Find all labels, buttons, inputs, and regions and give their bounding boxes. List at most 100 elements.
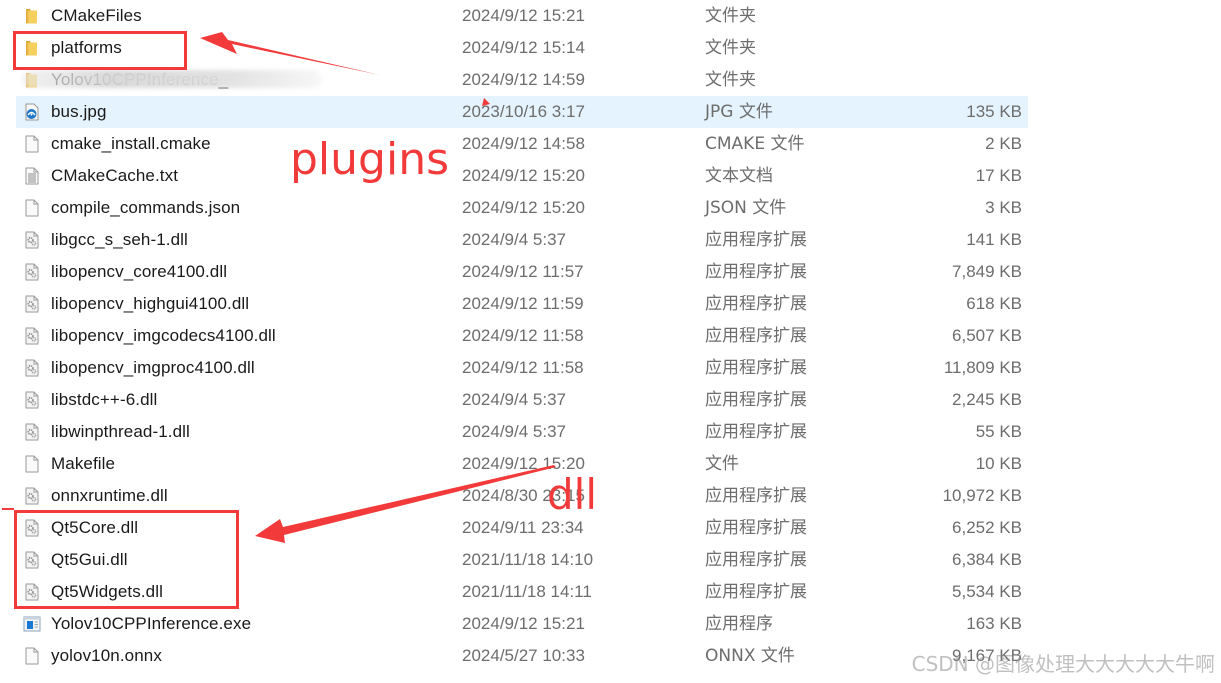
file-date-modified: 2024/9/12 14:59 <box>462 70 585 89</box>
file-row[interactable]: libwinpthread-1.dll 2024/9/4 5:37 应用程序扩展 55… <box>16 416 1028 448</box>
file-date-modified: 2024/9/4 5:37 <box>462 390 566 409</box>
file-row[interactable]: CMakeCache.txt 2024/9/12 15:20 文本文档 17 KB <box>16 160 1028 192</box>
file-date-modified: 2024/9/12 15:20 <box>462 166 585 185</box>
file-type: 应用程序扩展 <box>705 262 807 282</box>
dll-file-icon <box>23 391 41 409</box>
file-row[interactable]: yolov10n.onnx 2024/5/27 10:33 ONNX 文件 9,167… <box>16 640 1028 672</box>
dll-file-icon <box>23 359 41 377</box>
file-date-modified: 2021/11/18 14:10 <box>462 550 594 569</box>
file-name: compile_commands.json <box>51 198 241 217</box>
file-name: libwinpthread-1.dll <box>51 422 190 441</box>
file-type: 应用程序扩展 <box>705 230 807 250</box>
file-name: libopencv_imgproc4100.dll <box>51 358 255 377</box>
annotation-box-platforms <box>13 31 187 70</box>
file-size: 17 KB <box>975 166 1022 185</box>
file-type: 文件夹 <box>705 6 756 26</box>
file-type: 应用程序扩展 <box>705 550 807 570</box>
file-date-modified: 2024/9/12 11:59 <box>462 294 584 313</box>
file-name: libstdc++-6.dll <box>51 390 158 409</box>
file-type: 应用程序扩展 <box>705 358 807 378</box>
file-size: 2 KB <box>985 134 1022 153</box>
image-file-icon <box>23 103 41 121</box>
file-row[interactable]: libopencv_imgcodecs4100.dll 2024/9/12 11:… <box>16 320 1028 352</box>
file-size: 2,245 KB <box>952 390 1022 409</box>
exe-file-icon <box>23 615 41 633</box>
file-size: 6,384 KB <box>952 550 1022 569</box>
file-date-modified: 2024/9/12 11:58 <box>462 326 584 345</box>
blank-file-icon <box>23 135 41 153</box>
file-date-modified: 2024/9/12 11:57 <box>462 262 584 281</box>
file-type: 应用程序 <box>705 614 773 634</box>
dll-file-icon <box>23 487 41 505</box>
file-date-modified: 2024/9/12 14:58 <box>462 134 585 153</box>
file-type: 应用程序扩展 <box>705 326 807 346</box>
file-date-modified: 2024/5/27 10:33 <box>462 646 585 665</box>
file-date-modified: 2024/9/12 15:21 <box>462 614 585 633</box>
dll-file-icon <box>23 263 41 281</box>
file-date-modified: 2024/9/12 15:20 <box>462 198 585 217</box>
file-name: libopencv_imgcodecs4100.dll <box>51 326 276 345</box>
file-name: Yolov10CPPInference.exe <box>51 614 252 633</box>
file-name: yolov10n.onnx <box>51 646 162 665</box>
file-name: libgcc_s_seh-1.dll <box>51 230 188 249</box>
file-name: onnxruntime.dll <box>51 486 168 505</box>
file-date-modified: 2024/9/4 5:37 <box>462 230 566 249</box>
file-row[interactable]: libstdc++-6.dll 2024/9/4 5:37 应用程序扩展 2,245 … <box>16 384 1028 416</box>
file-size: 135 KB <box>966 102 1022 121</box>
file-row[interactable]: compile_commands.json 2024/9/12 15:20 JSON… <box>16 192 1028 224</box>
file-size: 7,849 KB <box>952 262 1022 281</box>
file-row[interactable]: libopencv_core4100.dll 2024/9/12 11:57 应用程… <box>16 256 1028 288</box>
file-size: 6,507 KB <box>952 326 1022 345</box>
file-size: 141 KB <box>966 230 1022 249</box>
file-row[interactable]: libopencv_imgproc4100.dll 2024/9/12 11:58… <box>16 352 1028 384</box>
file-type: 应用程序扩展 <box>705 294 807 314</box>
file-type: 文件夹 <box>705 38 756 58</box>
file-size: 6,252 KB <box>952 518 1022 537</box>
file-row[interactable]: Makefile 2024/9/12 15:20 文件 10 KB <box>16 448 1028 480</box>
blank-file-icon <box>23 647 41 665</box>
file-date-modified: 2024/9/4 5:37 <box>462 422 566 441</box>
file-size: 11,809 KB <box>943 358 1022 377</box>
file-size: 3 KB <box>985 198 1022 217</box>
file-date-modified: 2024/9/12 15:14 <box>462 38 585 57</box>
file-type: 应用程序扩展 <box>705 422 807 442</box>
file-type: 应用程序扩展 <box>705 518 807 538</box>
dll-file-icon <box>23 295 41 313</box>
annotation-tick-mark <box>2 508 14 510</box>
file-row[interactable]: CMakeFiles 2024/9/12 15:21 文件夹 <box>16 0 1028 32</box>
blank-file-icon <box>23 455 41 473</box>
file-size: 55 KB <box>975 422 1022 441</box>
dll-file-icon <box>23 231 41 249</box>
file-row[interactable]: libgcc_s_seh-1.dll 2024/9/4 5:37 应用程序扩展 141… <box>16 224 1028 256</box>
file-row[interactable]: cmake_install.cmake 2024/9/12 14:58 CMAKE … <box>16 128 1028 160</box>
file-name: CMakeFiles <box>51 6 142 25</box>
file-type: 应用程序扩展 <box>705 486 807 506</box>
annotation-label-dll: dll <box>547 470 597 519</box>
file-name: libopencv_core4100.dll <box>51 262 228 281</box>
file-date-modified: 2021/11/18 14:11 <box>462 582 592 601</box>
file-date-modified: 2024/9/12 11:58 <box>462 358 584 377</box>
file-type: 文件 <box>705 454 739 474</box>
file-type: ONNX 文件 <box>705 646 795 666</box>
file-size: 5,534 KB <box>952 582 1022 601</box>
file-type: 文件夹 <box>705 70 756 90</box>
file-type: JSON 文件 <box>705 198 787 218</box>
annotation-label-plugins: plugins <box>290 134 450 185</box>
file-name: CMakeCache.txt <box>51 166 179 185</box>
file-date-modified: 2024/9/12 15:21 <box>462 6 585 25</box>
annotation-box-qt-dlls <box>14 510 239 609</box>
file-type: 应用程序扩展 <box>705 582 807 602</box>
file-name: bus.jpg <box>51 102 107 121</box>
file-row[interactable]: libopencv_highgui4100.dll 2024/9/12 11:59… <box>16 288 1028 320</box>
file-type: 文本文档 <box>705 166 773 186</box>
file-name: cmake_install.cmake <box>51 134 211 153</box>
dll-file-icon <box>23 423 41 441</box>
file-size: 10 KB <box>975 454 1022 473</box>
file-row[interactable]: bus.jpg 2023/10/16 3:17 JPG 文件 135 KB <box>16 96 1028 128</box>
file-size: 618 KB <box>966 294 1022 313</box>
blank-file-icon <box>23 199 41 217</box>
file-row[interactable]: Yolov10CPPInference.exe 2024/9/12 15:21 应用… <box>16 608 1028 640</box>
text-file-icon <box>23 167 41 185</box>
file-row[interactable]: onnxruntime.dll 2024/8/30 23:15 应用程序扩展 10,9… <box>16 480 1028 512</box>
file-name: Makefile <box>51 454 116 473</box>
